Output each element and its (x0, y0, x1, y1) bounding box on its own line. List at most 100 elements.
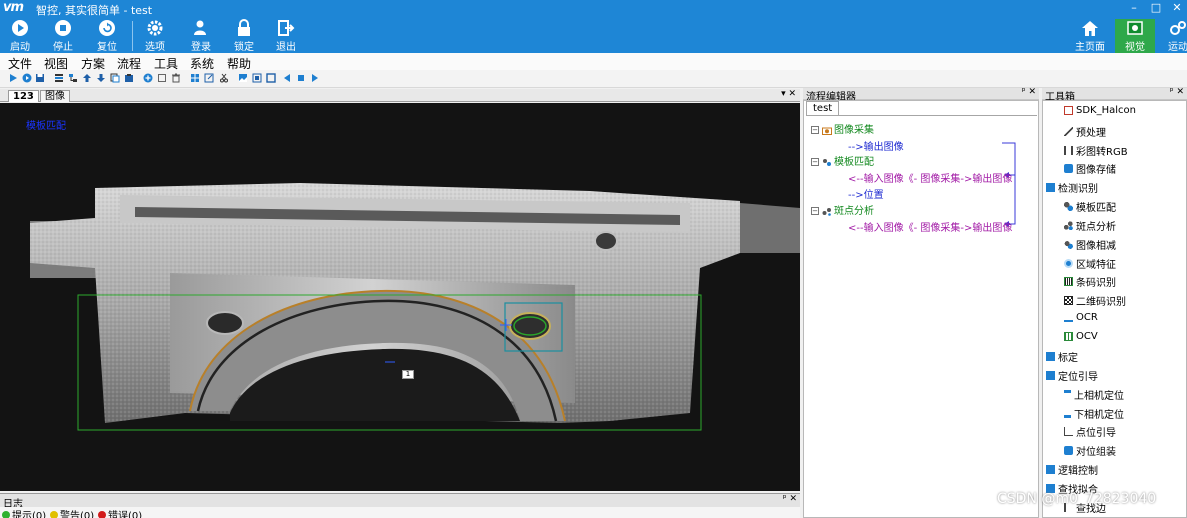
delete-icon[interactable] (171, 73, 181, 83)
upload-icon[interactable] (82, 73, 92, 83)
ocr-icon (1064, 313, 1073, 322)
close-window-button[interactable]: ✕ (1167, 0, 1187, 17)
qrcode-icon (1064, 296, 1073, 305)
tool-qrcode[interactable]: 二维码识别 (1064, 293, 1126, 308)
log-warning-count[interactable]: 警告(0) (50, 507, 94, 518)
log-panel-controls[interactable]: ᵖ ✕ (783, 494, 797, 504)
export-icon[interactable] (204, 73, 214, 83)
reset-button[interactable]: 复位 (87, 19, 127, 53)
collapse-icon[interactable]: − (811, 126, 819, 134)
tool-template-match[interactable]: 模板匹配 (1064, 199, 1116, 214)
tool-preprocess[interactable]: 预处理 (1064, 124, 1106, 139)
tool-region-feature[interactable]: 区域特征 (1064, 256, 1116, 271)
flow-param[interactable]: -->位置 (848, 186, 884, 201)
image-viewer[interactable]: 模板匹配 1 (0, 103, 800, 491)
tool-sdk-halcon[interactable]: SDK_Halcon (1064, 105, 1136, 116)
gear-icon (147, 20, 163, 36)
tool-image-storage[interactable]: 图像存储 (1064, 161, 1116, 176)
camera-up-icon (1064, 390, 1071, 399)
lock-icon (238, 19, 250, 36)
paste-icon[interactable] (124, 73, 134, 83)
plus-circle-icon[interactable] (143, 73, 153, 83)
stop-button[interactable]: 停止 (43, 19, 83, 53)
exit-button[interactable]: 退出 (266, 19, 306, 53)
tool-lower-camera-positioning[interactable]: 下相机定位 (1064, 406, 1124, 421)
log-info-count[interactable]: 提示(0) (2, 507, 46, 518)
minimize-button[interactable]: – (1124, 0, 1144, 17)
prev-icon[interactable] (282, 73, 292, 83)
tool-color-to-rgb[interactable]: 彩图转RGB (1064, 143, 1128, 158)
tool-category-positioning[interactable]: 定位引导 (1046, 368, 1098, 383)
node-label: 斑点分析 (834, 206, 874, 217)
category-icon (1046, 371, 1055, 380)
window-icon[interactable] (266, 73, 276, 83)
toolbox-controls[interactable]: ᵖ ✕ (1170, 87, 1184, 97)
node-label: 图像采集 (834, 125, 874, 136)
tool-alignment-assembly[interactable]: 对位组装 (1064, 443, 1116, 458)
flow-tab-test[interactable]: test (806, 101, 840, 115)
lock-button[interactable]: 锁定 (224, 19, 264, 53)
tree-icon[interactable] (68, 73, 78, 83)
run-once-icon[interactable] (22, 73, 32, 83)
next-icon[interactable] (310, 73, 320, 83)
tool-point-guide[interactable]: 点位引导 (1064, 424, 1116, 439)
document-tab-controls[interactable]: ▾ ✕ (781, 89, 796, 99)
exit-label: 退出 (276, 42, 296, 53)
tool-category-calibration[interactable]: 标定 (1046, 349, 1078, 364)
collapse-icon[interactable]: − (811, 207, 819, 215)
download-icon[interactable] (96, 73, 106, 83)
point-guide-icon (1064, 427, 1073, 436)
start-button[interactable]: 启动 (0, 19, 40, 53)
flow-param[interactable]: -->输出图像 (848, 138, 904, 153)
log-error-count[interactable]: 错误(0) (98, 507, 142, 518)
flow-node-template-match[interactable]: − 模板匹配 (811, 153, 874, 168)
region-icon (1064, 259, 1073, 268)
list-icon[interactable] (54, 73, 64, 83)
tool-category-detection[interactable]: 检测识别 (1046, 180, 1098, 195)
options-button[interactable]: 选项 (135, 19, 175, 53)
tool-barcode[interactable]: 条码识别 (1064, 274, 1116, 289)
tool-label: 彩图转RGB (1076, 147, 1128, 158)
home-page-label: 主页面 (1075, 42, 1105, 53)
menu-bar: 文件 视图 方案 流程 工具 系统 帮助 (0, 53, 1187, 71)
tool-blob-analysis[interactable]: 斑点分析 (1064, 218, 1116, 233)
home-page-button[interactable]: 主页面 (1070, 19, 1110, 53)
tool-upper-camera-positioning[interactable]: 上相机定位 (1064, 387, 1124, 402)
duplicate-icon[interactable] (157, 73, 167, 83)
run-icon[interactable] (8, 73, 18, 83)
tool-ocv[interactable]: OCV (1064, 331, 1098, 342)
copy-icon[interactable] (110, 73, 120, 83)
tool-category-logic-control[interactable]: 逻辑控制 (1046, 462, 1098, 477)
subtract-icon (1064, 240, 1073, 249)
home-icon (1082, 21, 1098, 36)
inspection-image (30, 183, 800, 431)
flow-node-image-acquisition[interactable]: − 图像采集 (811, 121, 874, 136)
tool-label: 标定 (1058, 353, 1078, 364)
scissors-icon[interactable] (219, 73, 229, 83)
log-panel-header: 日志 ᵖ ✕ (0, 493, 800, 510)
image-view-icon[interactable] (252, 73, 262, 83)
tool-label: 图像存储 (1076, 165, 1116, 176)
tab-image[interactable]: 图像 (40, 90, 70, 102)
tool-label: SDK_Halcon (1076, 105, 1136, 116)
login-button[interactable]: 登录 (181, 19, 221, 53)
image-icon[interactable] (238, 73, 248, 83)
save-icon[interactable] (35, 73, 45, 83)
window-title: 智控, 其实很简单 - test (36, 4, 153, 17)
flow-node-blob-analysis[interactable]: − 斑点分析 (811, 202, 874, 217)
motion-button[interactable]: 运动 (1158, 19, 1187, 53)
flow-param[interactable]: <--输入图像《- 图像采集->输出图像 (848, 170, 1012, 185)
maximize-button[interactable]: □ (1146, 0, 1166, 17)
flow-editor-controls[interactable]: ᵖ ✕ (1022, 87, 1036, 97)
stop-small-icon[interactable] (296, 73, 306, 83)
tool-image-subtract[interactable]: 图像相减 (1064, 237, 1116, 252)
vision-button[interactable]: 视觉 (1115, 19, 1155, 53)
flow-editor-header: 流程编辑器 ᵖ ✕ (803, 87, 1039, 103)
collapse-icon[interactable]: − (811, 158, 819, 166)
wand-icon (1064, 127, 1073, 136)
flow-param[interactable]: <--输入图像《- 图像采集->输出图像 (848, 219, 1012, 234)
grid-icon[interactable] (190, 73, 200, 83)
log-error-label: 错误(0) (108, 511, 143, 518)
tool-ocr[interactable]: OCR (1064, 312, 1098, 323)
tab-123[interactable]: 123 (8, 90, 39, 102)
